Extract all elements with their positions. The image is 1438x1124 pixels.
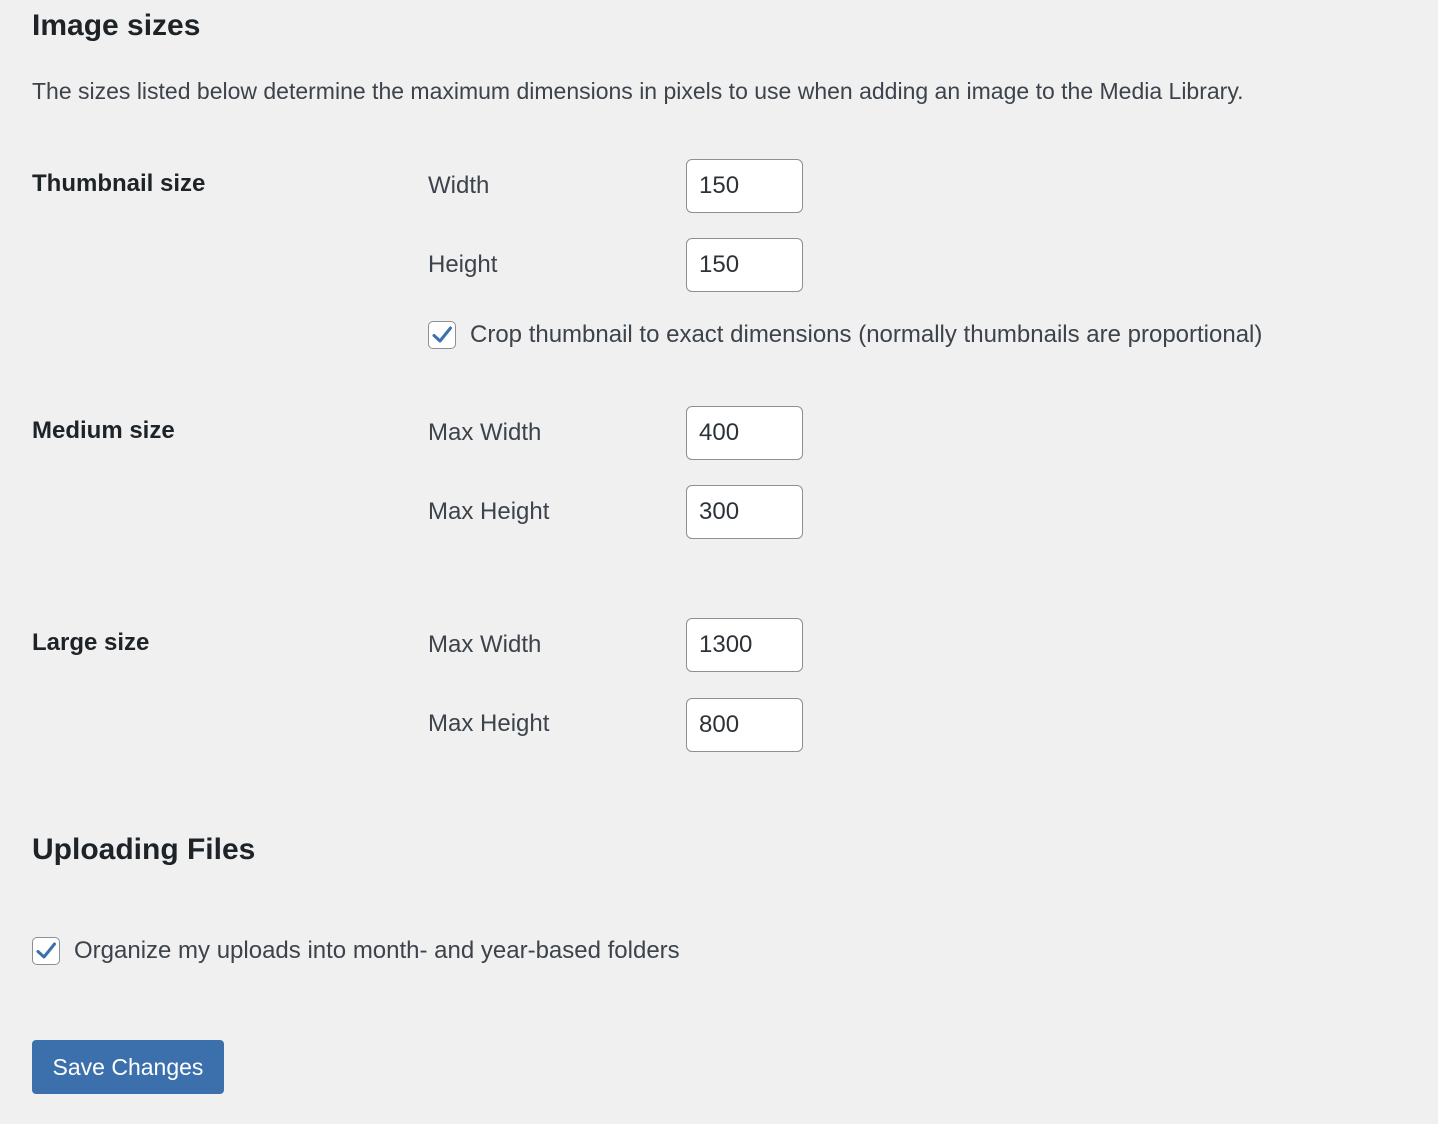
medium-size-label: Medium size bbox=[32, 417, 175, 444]
large-size-label: Large size bbox=[32, 629, 150, 656]
image-sizes-heading: Image sizes bbox=[32, 9, 201, 42]
thumbnail-height-label: Height bbox=[428, 251, 498, 278]
crop-thumbnail-label[interactable]: Crop thumbnail to exact dimensions (norm… bbox=[470, 319, 1262, 351]
organize-uploads-checkbox[interactable] bbox=[32, 937, 60, 965]
image-sizes-description: The sizes listed below determine the max… bbox=[32, 78, 1244, 104]
large-height-label: Max Height bbox=[428, 710, 550, 737]
organize-uploads-option: Organize my uploads into month- and year… bbox=[32, 935, 680, 967]
medium-height-label: Max Height bbox=[428, 498, 550, 525]
media-settings-page: Image sizes The sizes listed below deter… bbox=[0, 0, 1438, 1124]
large-width-input[interactable] bbox=[686, 618, 803, 672]
organize-uploads-label[interactable]: Organize my uploads into month- and year… bbox=[74, 935, 680, 967]
medium-width-label: Max Width bbox=[428, 419, 542, 446]
crop-thumbnail-option: Crop thumbnail to exact dimensions (norm… bbox=[428, 319, 1262, 351]
checkmark-icon bbox=[36, 942, 56, 959]
uploading-files-heading: Uploading Files bbox=[32, 833, 256, 866]
medium-height-input[interactable] bbox=[686, 485, 803, 539]
thumbnail-width-label: Width bbox=[428, 172, 490, 199]
crop-thumbnail-checkbox[interactable] bbox=[428, 321, 456, 349]
checkmark-icon bbox=[432, 326, 452, 343]
thumbnail-width-input[interactable] bbox=[686, 159, 803, 213]
thumbnail-height-input[interactable] bbox=[686, 238, 803, 292]
large-height-input[interactable] bbox=[686, 698, 803, 752]
large-width-label: Max Width bbox=[428, 631, 542, 658]
save-changes-button[interactable]: Save Changes bbox=[32, 1040, 224, 1094]
thumbnail-size-label: Thumbnail size bbox=[32, 170, 206, 197]
medium-width-input[interactable] bbox=[686, 406, 803, 460]
